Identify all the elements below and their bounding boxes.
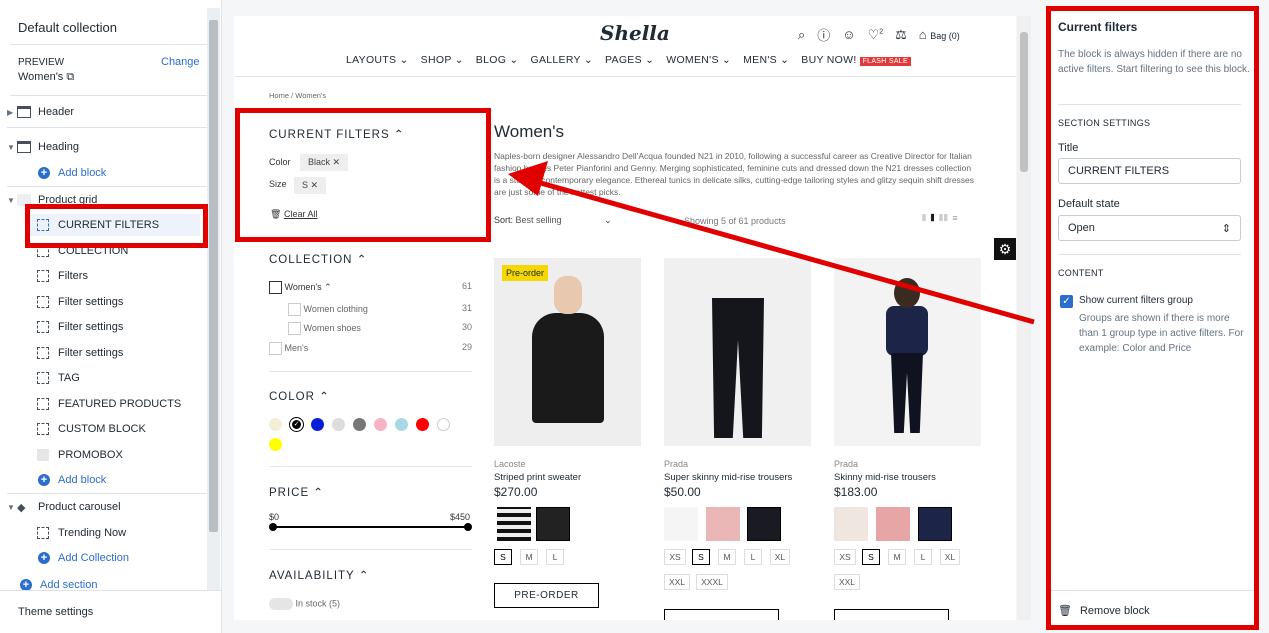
arrow-head bbox=[508, 161, 548, 196]
arrow-line bbox=[529, 177, 1035, 325]
highlight-box-panel bbox=[1046, 6, 1259, 630]
